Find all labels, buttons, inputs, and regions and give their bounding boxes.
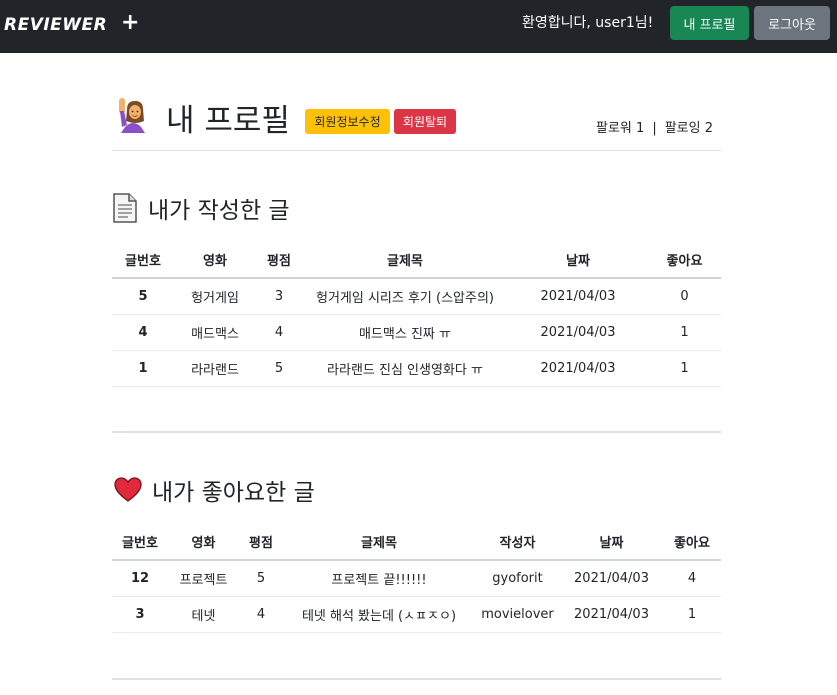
table-row[interactable]: 3 테넷 4 테넷 해석 봤는데 (ㅅㅍㅈㅇ) movielover 2021/… — [112, 596, 721, 633]
col-header-date: 날짜 — [560, 523, 663, 561]
cell-movie: 라라랜드 — [174, 350, 256, 387]
cell-likes: 4 — [663, 560, 721, 597]
table-row[interactable]: 5 헝거게임 3 헝거게임 시리즈 후기 (스압주의) 2021/04/03 0 — [112, 278, 721, 315]
cell-date: 2021/04/03 — [560, 560, 663, 597]
col-header-likes: 좋아요 — [648, 241, 721, 279]
cell-post-number: 5 — [112, 278, 174, 315]
follow-stats: 팔로워 1 | 팔로잉 2 — [596, 117, 713, 136]
table-row[interactable]: 1 라라랜드 5 라라랜드 진심 인생영화다 ㅠ 2021/04/03 1 — [112, 350, 721, 387]
cell-title[interactable]: 라라랜드 진심 인생영화다 ㅠ — [302, 350, 508, 387]
col-header-movie: 영화 — [168, 523, 239, 561]
cell-likes: 0 — [648, 278, 721, 315]
cell-date: 2021/04/03 — [560, 596, 663, 633]
profile-header: 내 프로필 회원정보수정 회원탈퇴 팔로워 1 | 팔로잉 2 — [112, 95, 721, 151]
cell-date: 2021/04/03 — [508, 314, 648, 351]
section-divider — [112, 431, 721, 433]
cell-author[interactable]: movielover — [475, 596, 560, 633]
cell-title[interactable]: 프로젝트 끝!!!!!! — [283, 560, 475, 597]
col-header-rating: 평점 — [256, 241, 302, 279]
edit-profile-badge[interactable]: 회원정보수정 — [305, 109, 390, 134]
cell-date: 2021/04/03 — [508, 350, 648, 387]
table-row[interactable]: 12 프로젝트 5 프로젝트 끝!!!!!! gyoforit 2021/04/… — [112, 560, 721, 597]
page-icon — [113, 193, 137, 223]
col-header-movie: 영화 — [174, 241, 256, 279]
col-header-post-number: 글번호 — [112, 523, 168, 561]
my-posts-title: 내가 작성한 글 — [148, 198, 290, 224]
liked-posts-title: 내가 좋아요한 글 — [152, 480, 315, 506]
cell-rating: 5 — [239, 560, 283, 597]
cell-post-number: 4 — [112, 314, 174, 351]
followers-link[interactable]: 팔로워 1 — [596, 121, 644, 136]
welcome-text: 환영합니다, user1님! — [522, 15, 654, 31]
following-link[interactable]: 팔로잉 2 — [665, 121, 713, 136]
cell-rating: 4 — [239, 596, 283, 633]
profile-title: 내 프로필 — [166, 103, 290, 139]
col-header-date: 날짜 — [508, 241, 648, 279]
table-header-row: 글번호 영화 평점 글제목 날짜 좋아요 — [112, 241, 721, 279]
heart-icon — [114, 477, 142, 502]
cell-movie: 프로젝트 — [168, 560, 239, 597]
cell-rating: 5 — [256, 350, 302, 387]
cell-title[interactable]: 매드맥스 진짜 ㅠ — [302, 314, 508, 351]
follow-separator: | — [652, 121, 657, 136]
cell-date: 2021/04/03 — [508, 278, 648, 315]
cell-rating: 4 — [256, 314, 302, 351]
table-header-row: 글번호 영화 평점 글제목 작성자 날짜 좋아요 — [112, 523, 721, 561]
cell-movie: 매드맥스 — [174, 314, 256, 351]
cell-author[interactable]: gyoforit — [475, 560, 560, 597]
col-header-title: 글제목 — [302, 241, 508, 279]
brand-logo[interactable]: REVIEWER — [4, 15, 107, 35]
cell-post-number: 12 — [112, 560, 168, 597]
cell-post-number: 1 — [112, 350, 174, 387]
cell-likes: 1 — [648, 350, 721, 387]
my-profile-button[interactable]: 내 프로필 — [670, 6, 749, 40]
my-posts-section-title: 내가 작성한 글 — [112, 191, 290, 225]
cell-likes: 1 — [648, 314, 721, 351]
cell-movie: 테넷 — [168, 596, 239, 633]
liked-posts-section-title: 내가 좋아요한 글 — [114, 473, 315, 507]
my-posts-table: 글번호 영화 평점 글제목 날짜 좋아요 5 헝거게임 3 헝거게임 시리즈 후… — [112, 241, 721, 387]
col-header-post-number: 글번호 — [112, 241, 174, 279]
add-post-button[interactable]: + — [121, 10, 139, 35]
delete-account-badge[interactable]: 회원탈퇴 — [394, 109, 456, 134]
col-header-likes: 좋아요 — [663, 523, 721, 561]
logout-button[interactable]: 로그아웃 — [754, 6, 830, 40]
cell-title[interactable]: 테넷 해석 봤는데 (ㅅㅍㅈㅇ) — [283, 596, 475, 633]
table-row[interactable]: 4 매드맥스 4 매드맥스 진짜 ㅠ 2021/04/03 1 — [112, 314, 721, 351]
col-header-author: 작성자 — [475, 523, 560, 561]
liked-posts-table: 글번호 영화 평점 글제목 작성자 날짜 좋아요 12 프로젝트 5 프로젝트 … — [112, 523, 721, 633]
cell-post-number: 3 — [112, 596, 168, 633]
navbar: REVIEWER + 환영합니다, user1님! 내 프로필 로그아웃 — [0, 0, 837, 53]
section-divider — [112, 678, 721, 680]
cell-title[interactable]: 헝거게임 시리즈 후기 (스압주의) — [302, 278, 508, 315]
col-header-rating: 평점 — [239, 523, 283, 561]
cell-movie: 헝거게임 — [174, 278, 256, 315]
cell-likes: 1 — [663, 596, 721, 633]
col-header-title: 글제목 — [283, 523, 475, 561]
person-raising-hand-icon — [119, 98, 145, 133]
cell-rating: 3 — [256, 278, 302, 315]
